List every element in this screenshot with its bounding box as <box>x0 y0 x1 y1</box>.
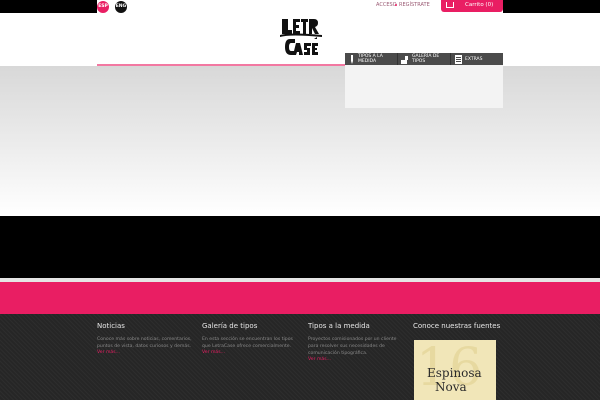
nav-label: TIPOS A LA MEDIDA <box>358 54 383 64</box>
nav-tipos-a-la-medida[interactable]: TIPOS A LA MEDIDA <box>345 53 397 65</box>
footer-col-title: Galería de tipos <box>202 322 258 330</box>
footer-col-title: Noticias <box>97 322 125 330</box>
font-sample-name: Espinosa Nova <box>427 366 482 394</box>
footer-col-text: En esta sección se encuentran los tipos … <box>202 337 293 349</box>
ver-mas-link[interactable]: Ver más... <box>308 357 408 362</box>
footer-col-text: Conoce más sobre noticias, comentarios, … <box>97 337 192 349</box>
pink-band <box>0 282 600 314</box>
letracase-logo[interactable] <box>278 17 324 61</box>
separator-dot <box>395 4 397 6</box>
cart-icon <box>446 2 454 8</box>
language-eng-button[interactable]: ENG <box>115 1 127 13</box>
pencil-icon <box>348 54 355 64</box>
nav-label: EXTRAS <box>465 56 483 62</box>
cart-label: Carrito (0) <box>465 2 494 8</box>
register-link[interactable]: REGÍSTRATE <box>399 2 430 8</box>
ver-mas-link[interactable]: Ver más... <box>97 350 197 355</box>
language-esp-button[interactable]: ESP <box>97 1 109 13</box>
nav-galeria-de-tipos[interactable]: GALERÍA DE TIPOS <box>397 53 450 65</box>
login-link[interactable]: ACCESO <box>376 2 397 8</box>
footer-col-title: Conoce nuestras fuentes <box>413 322 501 330</box>
nav-dropdown-panel <box>345 65 503 108</box>
main-nav: TIPOS A LA MEDIDA GALERÍA DE TIPOS EXTRA… <box>345 53 503 65</box>
footer-col-galeria: Galería de tipos En esta sección se encu… <box>202 322 302 355</box>
font-name-line1: Espinosa <box>427 366 482 380</box>
cart-button[interactable]: Carrito (0) <box>441 0 503 12</box>
black-band <box>0 216 600 278</box>
footer-col-text: Proyectos comisionados por un cliente pa… <box>308 337 397 356</box>
nav-label: GALERÍA DE TIPOS <box>412 54 440 64</box>
font-sample-card[interactable]: 16 Espinosa Nova <box>414 340 496 400</box>
stamp-icon <box>401 55 409 64</box>
footer-col-fuentes: Conoce nuestras fuentes <box>413 322 513 336</box>
nav-extras[interactable]: EXTRAS <box>450 53 503 65</box>
font-name-line2: Nova <box>435 380 467 394</box>
document-icon <box>454 54 462 64</box>
footer-col-noticias: Noticias Conoce más sobre noticias, come… <box>97 322 197 355</box>
footer-col-title: Tipos a la medida <box>308 322 370 330</box>
top-bar <box>0 0 600 13</box>
hero-banner <box>0 66 600 216</box>
footer-col-tipos-medida: Tipos a la medida Proyectos comisionados… <box>308 322 408 362</box>
ver-mas-link[interactable]: Ver más... <box>202 350 302 355</box>
